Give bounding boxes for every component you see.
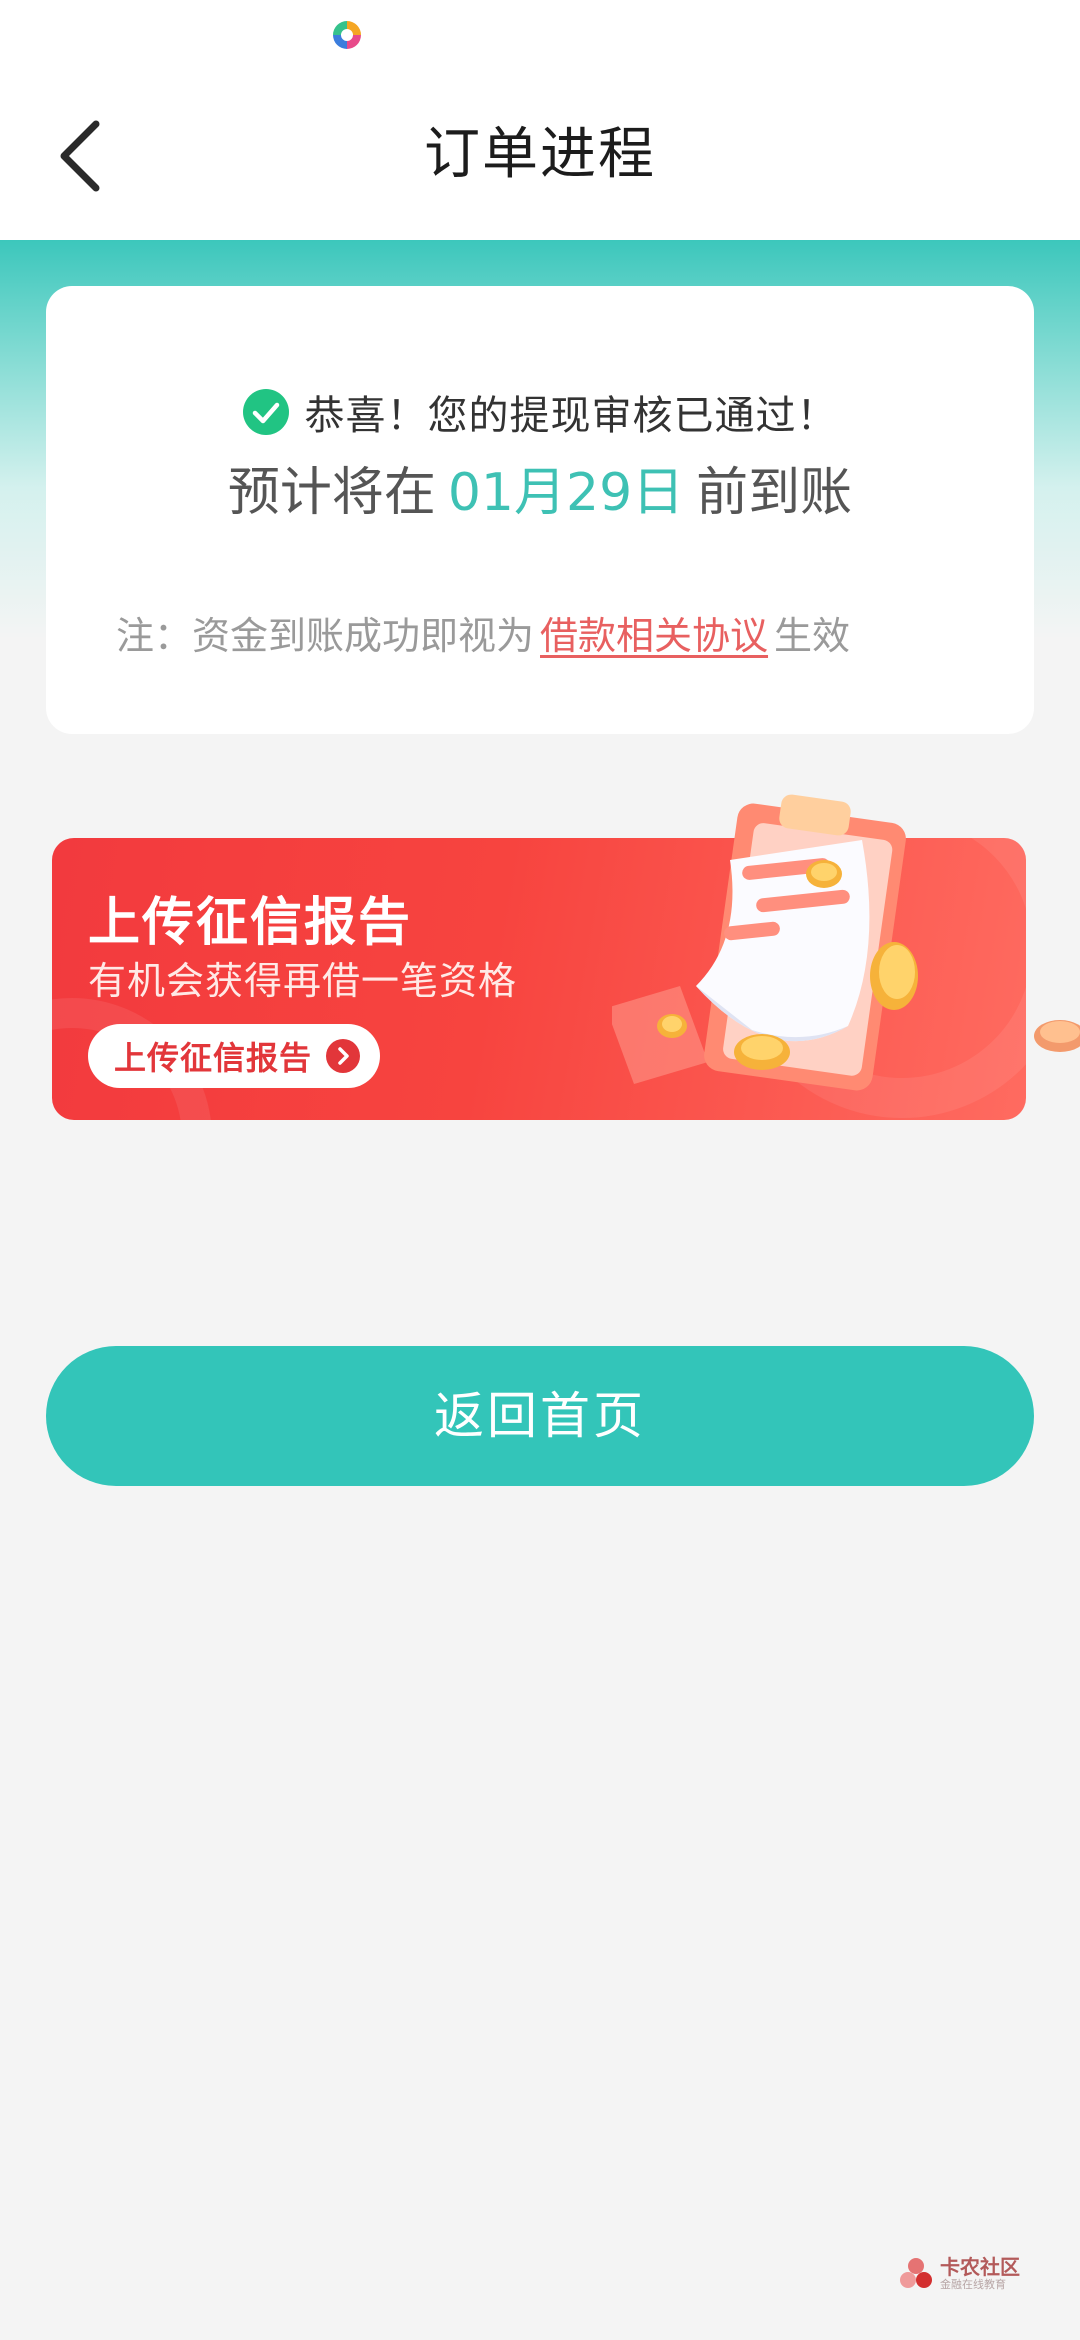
- note-line: 注：资金到账成功即视为 借款相关协议 生效: [116, 608, 994, 664]
- approved-message: 恭喜！您的提现审核已通过！: [46, 382, 1034, 442]
- back-to-home-button[interactable]: 返回首页: [46, 1346, 1034, 1486]
- loan-agreement-link[interactable]: 借款相关协议: [540, 614, 768, 658]
- promo-subtitle: 有机会获得再借一笔资格: [88, 959, 518, 1003]
- eta-line: 预计将在 01月29日 前到账: [46, 458, 1034, 528]
- nav-bar: 订单进程: [0, 72, 1080, 240]
- promo-title: 上传征信报告: [88, 893, 413, 953]
- page-title: 订单进程: [424, 122, 656, 187]
- upload-report-label: 上传征信报告: [114, 1039, 313, 1077]
- status-bar: [0, 0, 1080, 72]
- watermark-subtitle: 金融在线教育: [940, 2278, 1006, 2291]
- status-card: 恭喜！您的提现审核已通过！ 预计将在 01月29日 前到账 注：资金到账成功即视为借…: [46, 286, 1034, 734]
- note-prefix: 注：资金到账成功即视为: [116, 614, 535, 658]
- check-circle-icon: [242, 389, 289, 435]
- eta-suffix: 前到账: [696, 463, 853, 523]
- eta-prefix: 预计将在: [227, 463, 436, 523]
- eta-date: 01月29日: [447, 463, 685, 523]
- chevron-right-circle-icon: [326, 1039, 361, 1073]
- clipboard-coins-illustration: [612, 794, 1080, 1091]
- approved-text: 恭喜！您的提现审核已通过！: [304, 393, 838, 439]
- watermark-title: 卡农社区: [940, 2255, 1020, 2279]
- upload-report-button[interactable]: 上传征信报告: [88, 1024, 381, 1088]
- watermark: 卡农社区 金融在线教育: [898, 2252, 1020, 2296]
- app-logo-icon: [333, 21, 361, 49]
- community-logo-icon: [900, 2258, 932, 2288]
- credit-report-banner[interactable]: 上传征信报告 有机会获得再借一笔资格 上传征信报告: [52, 794, 1080, 1120]
- note-suffix: 生效: [774, 614, 851, 658]
